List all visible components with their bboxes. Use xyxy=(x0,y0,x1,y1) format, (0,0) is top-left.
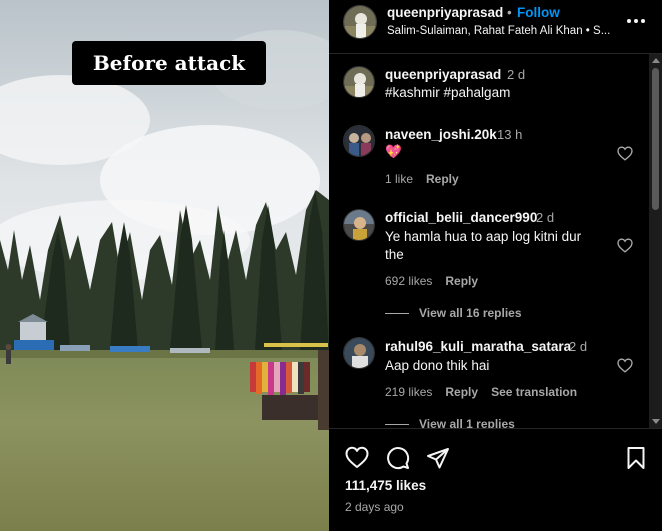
comment-like-count[interactable]: 1 like xyxy=(385,172,413,186)
comment-text-line-1: Ye hamla hua to aap log kitni dur xyxy=(385,229,582,244)
comment-icon[interactable] xyxy=(386,446,410,470)
separator-dot: • xyxy=(507,5,512,20)
scroll-thumb[interactable] xyxy=(652,68,659,210)
reply-button[interactable]: Reply xyxy=(445,274,478,288)
reply-button[interactable]: Reply xyxy=(445,385,478,399)
comment-username[interactable]: official_belii_dancer990 xyxy=(385,210,537,225)
comment-text: 💖 xyxy=(385,144,402,159)
post-date[interactable]: 2 days ago xyxy=(345,500,404,514)
avatar[interactable] xyxy=(343,125,375,157)
see-translation-button[interactable]: See translation xyxy=(491,385,577,399)
view-replies-button[interactable]: View all 1 replies xyxy=(385,417,515,428)
comment-username[interactable]: rahul96_kuli_maratha_satara xyxy=(385,339,571,354)
caption-text: #kashmir #pahalgam xyxy=(385,85,511,100)
comment-time: 2 d xyxy=(569,339,588,354)
comment-meta: 692 likes Reply xyxy=(385,274,491,288)
post-action-bar: 111,475 likes 2 days ago xyxy=(329,429,662,531)
comment-meta: 1 like Reply xyxy=(385,172,472,186)
comment-time: 2 d xyxy=(536,210,555,225)
post-side-panel: queenpriyaprasad • Follow Salim-Sulaiman… xyxy=(329,0,662,531)
comment-text-line-2: the xyxy=(385,247,404,262)
comment-like-count[interactable]: 692 likes xyxy=(385,274,432,288)
comment-time: 13 h xyxy=(497,127,523,142)
more-horizontal-icon[interactable] xyxy=(626,14,646,28)
scroll-down-arrow[interactable] xyxy=(652,419,660,424)
comment-username[interactable]: queenpriyaprasad xyxy=(385,67,501,82)
post-author-username[interactable]: queenpriyaprasad xyxy=(387,5,503,20)
view-replies-label: View all 1 replies xyxy=(419,417,515,428)
view-replies-button[interactable]: View all 16 replies xyxy=(385,306,522,320)
comments-scrollbar[interactable] xyxy=(649,54,662,428)
like-comment-heart-icon[interactable] xyxy=(617,146,633,161)
like-comment-heart-icon[interactable] xyxy=(617,358,633,373)
reply-button[interactable]: Reply xyxy=(426,172,459,186)
comments-list[interactable]: queenpriyaprasad 2 d #kashmir #pahalgam … xyxy=(329,54,649,428)
bookmark-icon[interactable] xyxy=(624,446,648,470)
avatar[interactable] xyxy=(343,5,377,39)
avatar[interactable] xyxy=(343,337,375,369)
comment-meta: 219 likes Reply See translation xyxy=(385,385,590,399)
like-comment-heart-icon[interactable] xyxy=(617,238,633,253)
follow-button[interactable]: Follow xyxy=(517,5,560,20)
view-replies-label: View all 16 replies xyxy=(419,306,522,320)
comment-text: Aap dono thik hai xyxy=(385,358,490,373)
avatar[interactable] xyxy=(343,66,375,98)
replies-line xyxy=(385,423,409,425)
post-header: queenpriyaprasad • Follow Salim-Sulaiman… xyxy=(329,0,662,54)
send-icon[interactable] xyxy=(426,446,450,470)
post-media[interactable]: Before attack xyxy=(0,0,329,531)
comment-like-count[interactable]: 219 likes xyxy=(385,385,432,399)
audio-attribution[interactable]: Salim-Sulaiman, Rahat Fateh Ali Khan • S… xyxy=(387,25,622,37)
comment-time: 2 d xyxy=(507,67,526,82)
replies-line xyxy=(385,312,409,314)
media-overlay-text: Before attack xyxy=(72,41,266,85)
scroll-up-arrow[interactable] xyxy=(652,58,660,63)
post-like-count[interactable]: 111,475 likes xyxy=(345,478,426,493)
avatar[interactable] xyxy=(343,209,375,241)
comment-username[interactable]: naveen_joshi.20k xyxy=(385,127,497,142)
heart-icon[interactable] xyxy=(345,446,369,470)
